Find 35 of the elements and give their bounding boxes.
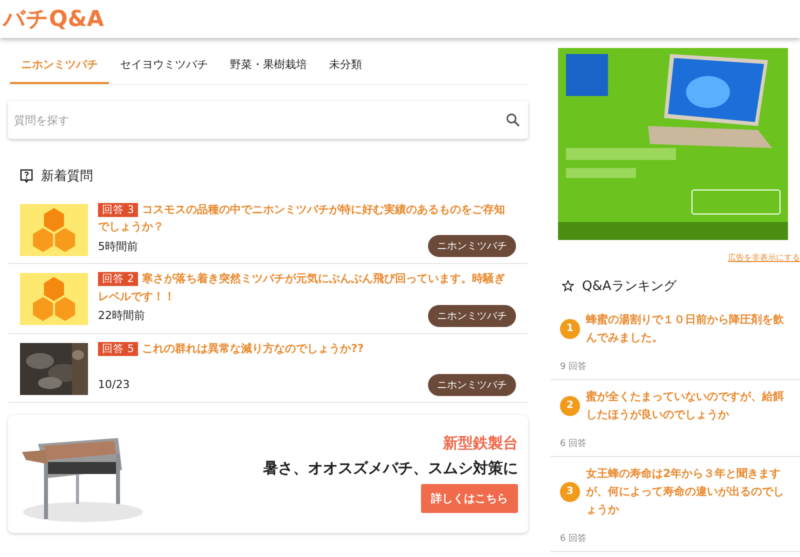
honeycomb-icon: [20, 273, 88, 326]
category-tag[interactable]: ニホンミツバチ: [428, 374, 516, 396]
section-title: Q&Aランキング: [582, 278, 676, 295]
answer-count: 6 回答: [560, 438, 588, 450]
details-button[interactable]: 詳しくはこちら: [421, 484, 518, 514]
site-logo[interactable]: バチQ&A: [0, 4, 104, 34]
answer-count: 6 回答: [560, 532, 588, 546]
question-link[interactable]: 回答 2 寒さが落ち着き突然ミツバチが元気にぶんぶん飛び回っています。時騒ぎレベルです！！: [98, 270, 516, 305]
search-icon[interactable]: [506, 113, 520, 127]
category-tag[interactable]: ニホンミツバチ: [428, 235, 516, 258]
question-link[interactable]: 蜜が全くたまっていないのですが、給餌したほうが良いのでしょうか: [586, 388, 790, 424]
rank-badge: 2: [560, 396, 580, 416]
promo-subtitle: 暑さ、オオスズメバチ、スムシ対策に: [263, 459, 518, 478]
category-tab[interactable]: 野菜・果樹栽培: [219, 48, 318, 84]
section-title: 新着質問: [41, 168, 93, 185]
post-time: 10/23: [98, 378, 130, 392]
question-link[interactable]: 回答 3 コスモスの品種の中でニホンミツバチが特に好む実績のあるものをご存知でしょうか？: [98, 201, 516, 236]
question-link[interactable]: 女王蜂の寿命は2年から３年と聞きますが、何によって寿命の違いが出るのでしょうか: [586, 465, 790, 518]
question-link[interactable]: 回答 5 これの群れは異常な減り方なのでしょうか??: [98, 340, 516, 357]
star-icon: [562, 280, 574, 292]
question-icon: [20, 169, 33, 183]
rank-badge: 1: [560, 318, 580, 339]
post-time: 22時間前: [98, 308, 145, 324]
hide-ad-link[interactable]: 広告を非表示にする: [728, 252, 800, 263]
search-field[interactable]: 質問を探す: [8, 101, 528, 139]
category-tab[interactable]: 未分類: [318, 48, 373, 84]
answer-count: 9 回答: [560, 360, 588, 374]
post-time: 5時間前: [98, 238, 138, 254]
category-tab[interactable]: ニホンミツバチ: [10, 48, 109, 84]
promo-title: 新型鉄製台: [443, 434, 518, 454]
category-tag[interactable]: ニホンミツバチ: [428, 304, 516, 327]
rank-badge: 3: [560, 482, 580, 502]
honeycomb-icon: [20, 204, 88, 256]
category-tab[interactable]: セイヨウミツバチ: [109, 48, 219, 84]
question-link[interactable]: 蜂蜜の湯割りで１０日前から降圧剤を飲んでみました。: [586, 311, 790, 346]
